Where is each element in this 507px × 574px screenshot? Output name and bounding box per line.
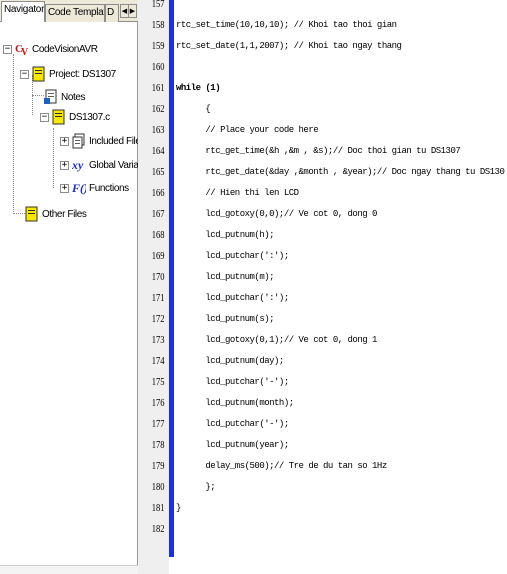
line-number: 158 (151, 20, 165, 31)
other-files-icon (25, 206, 39, 222)
navigator-horizontal-scrollbar[interactable] (0, 565, 138, 574)
svg-text:xy: xy (72, 158, 84, 172)
line-number: 159 (151, 41, 165, 52)
code-line: }; (176, 482, 216, 492)
variables-icon: xy (72, 157, 86, 173)
code-line: lcd_putnum(year); (176, 440, 289, 450)
navigator-tab-bar: Navigator Code Templates D ◀ ▶ (0, 0, 138, 22)
project-file-icon (32, 66, 46, 82)
line-number: 165 (151, 167, 165, 178)
code-line: } (176, 503, 181, 513)
line-number: 157 (151, 0, 165, 10)
line-number: 169 (151, 251, 165, 262)
line-number: 171 (151, 293, 165, 304)
line-number: 175 (151, 377, 165, 388)
included-files-icon (72, 133, 86, 149)
line-number: 181 (151, 503, 165, 514)
code-line: rtc_get_date(&day ,&month , &year);// Do… (176, 167, 505, 177)
code-line: rtc_set_time(10,10,10); // Khoi tao thoi… (176, 20, 397, 30)
line-number: 163 (151, 125, 165, 136)
collapse-icon[interactable]: − (20, 69, 29, 79)
tab-d[interactable]: D (105, 4, 119, 22)
line-number: 161 (151, 83, 165, 94)
tree-label: Project: DS1307 (49, 68, 116, 80)
tree-line (53, 128, 54, 188)
code-line: lcd_gotoxy(0,1);// Ve cot 0, dong 1 (176, 335, 377, 345)
line-number: 179 (151, 461, 165, 472)
code-line: while (1) (176, 83, 221, 93)
expand-icon[interactable]: + (60, 183, 69, 193)
tree-line (13, 213, 25, 214)
tree-line (13, 54, 14, 214)
line-number: 162 (151, 104, 165, 115)
c-file-icon (52, 109, 66, 125)
expand-icon[interactable]: + (60, 136, 69, 146)
code-line: lcd_gotoxy(0,0);// Ve cot 0, dong 0 (176, 209, 377, 219)
line-number: 177 (151, 419, 165, 430)
line-number: 160 (151, 62, 165, 73)
code-line: lcd_putnum(month); (176, 398, 294, 408)
collapse-icon[interactable]: − (40, 112, 49, 122)
code-line: rtc_set_date(1,1,2007); // Khoi tao ngay… (176, 41, 402, 51)
svg-text:V: V (21, 47, 29, 57)
line-number: 170 (151, 272, 165, 283)
code-line: lcd_putnum(h); (176, 230, 275, 240)
line-number-gutter: 157 158 159 160 161 162 163 164 165 166 … (138, 0, 169, 574)
tree-label: DS1307.c (69, 111, 110, 123)
code-line: // Hien thi len LCD (176, 188, 299, 198)
tree-item-functions[interactable]: + F() Functions (60, 178, 129, 198)
code-line: lcd_putnum(s); (176, 314, 275, 324)
tree-item-notes[interactable]: Notes (44, 87, 86, 107)
line-number: 164 (151, 146, 165, 157)
code-line: // Place your code here (176, 125, 319, 135)
tree-item-other-files[interactable]: Other Files (25, 204, 87, 224)
tree-item-ds1307-c[interactable]: − DS1307.c (40, 107, 110, 127)
tree-label: Other Files (42, 208, 87, 220)
code-line: lcd_putchar('-'); (176, 377, 289, 387)
functions-icon: F() (72, 180, 86, 196)
code-line: lcd_putnum(day); (176, 356, 284, 366)
line-number: 182 (151, 524, 165, 535)
code-line: rtc_get_time(&h ,&m , &s);// Doc thoi gi… (176, 146, 461, 156)
tree-item-included-files[interactable]: + Included Files (60, 131, 146, 151)
notes-icon (44, 89, 58, 105)
tree-label: Functions (89, 182, 129, 194)
arrow-right-icon[interactable]: ▶ (128, 4, 137, 18)
code-line: lcd_putchar(':'); (176, 251, 289, 261)
line-number: 168 (151, 230, 165, 241)
tree-line (32, 95, 44, 96)
tab-code-templates[interactable]: Code Templates (45, 4, 105, 22)
line-number: 178 (151, 440, 165, 451)
navigator-panel: Navigator Code Templates D ◀ ▶ − C V Cod… (0, 0, 156, 565)
tree-label: Notes (61, 91, 86, 103)
line-number: 167 (151, 209, 165, 220)
codevision-logo-icon: C V (15, 41, 29, 57)
line-number: 172 (151, 314, 165, 325)
expand-icon[interactable]: + (60, 160, 69, 170)
code-line: lcd_putchar(':'); (176, 293, 289, 303)
tab-navigator[interactable]: Navigator (1, 1, 45, 22)
svg-text:F(): F() (72, 181, 86, 195)
line-number: 174 (151, 356, 165, 367)
line-number: 176 (151, 398, 165, 409)
tree-label: Included Files (89, 135, 146, 147)
line-number: 166 (151, 188, 165, 199)
collapse-icon[interactable]: − (3, 44, 12, 54)
code-line: delay_ms(500);// Tre de du tan so 1Hz (176, 461, 387, 471)
tree-label: CodeVisionAVR (32, 43, 98, 55)
code-line: lcd_putchar('-'); (176, 419, 289, 429)
tree-item-codevisionavr[interactable]: − C V CodeVisionAVR (3, 39, 98, 59)
tree-item-project[interactable]: − Project: DS1307 (20, 64, 116, 84)
code-line: lcd_putnum(m); (176, 272, 275, 282)
line-number: 180 (151, 482, 165, 493)
code-line: { (176, 104, 211, 114)
code-editor[interactable]: rtc_set_time(10,10,10); // Khoi tao thoi… (174, 0, 507, 574)
line-number: 173 (151, 335, 165, 346)
